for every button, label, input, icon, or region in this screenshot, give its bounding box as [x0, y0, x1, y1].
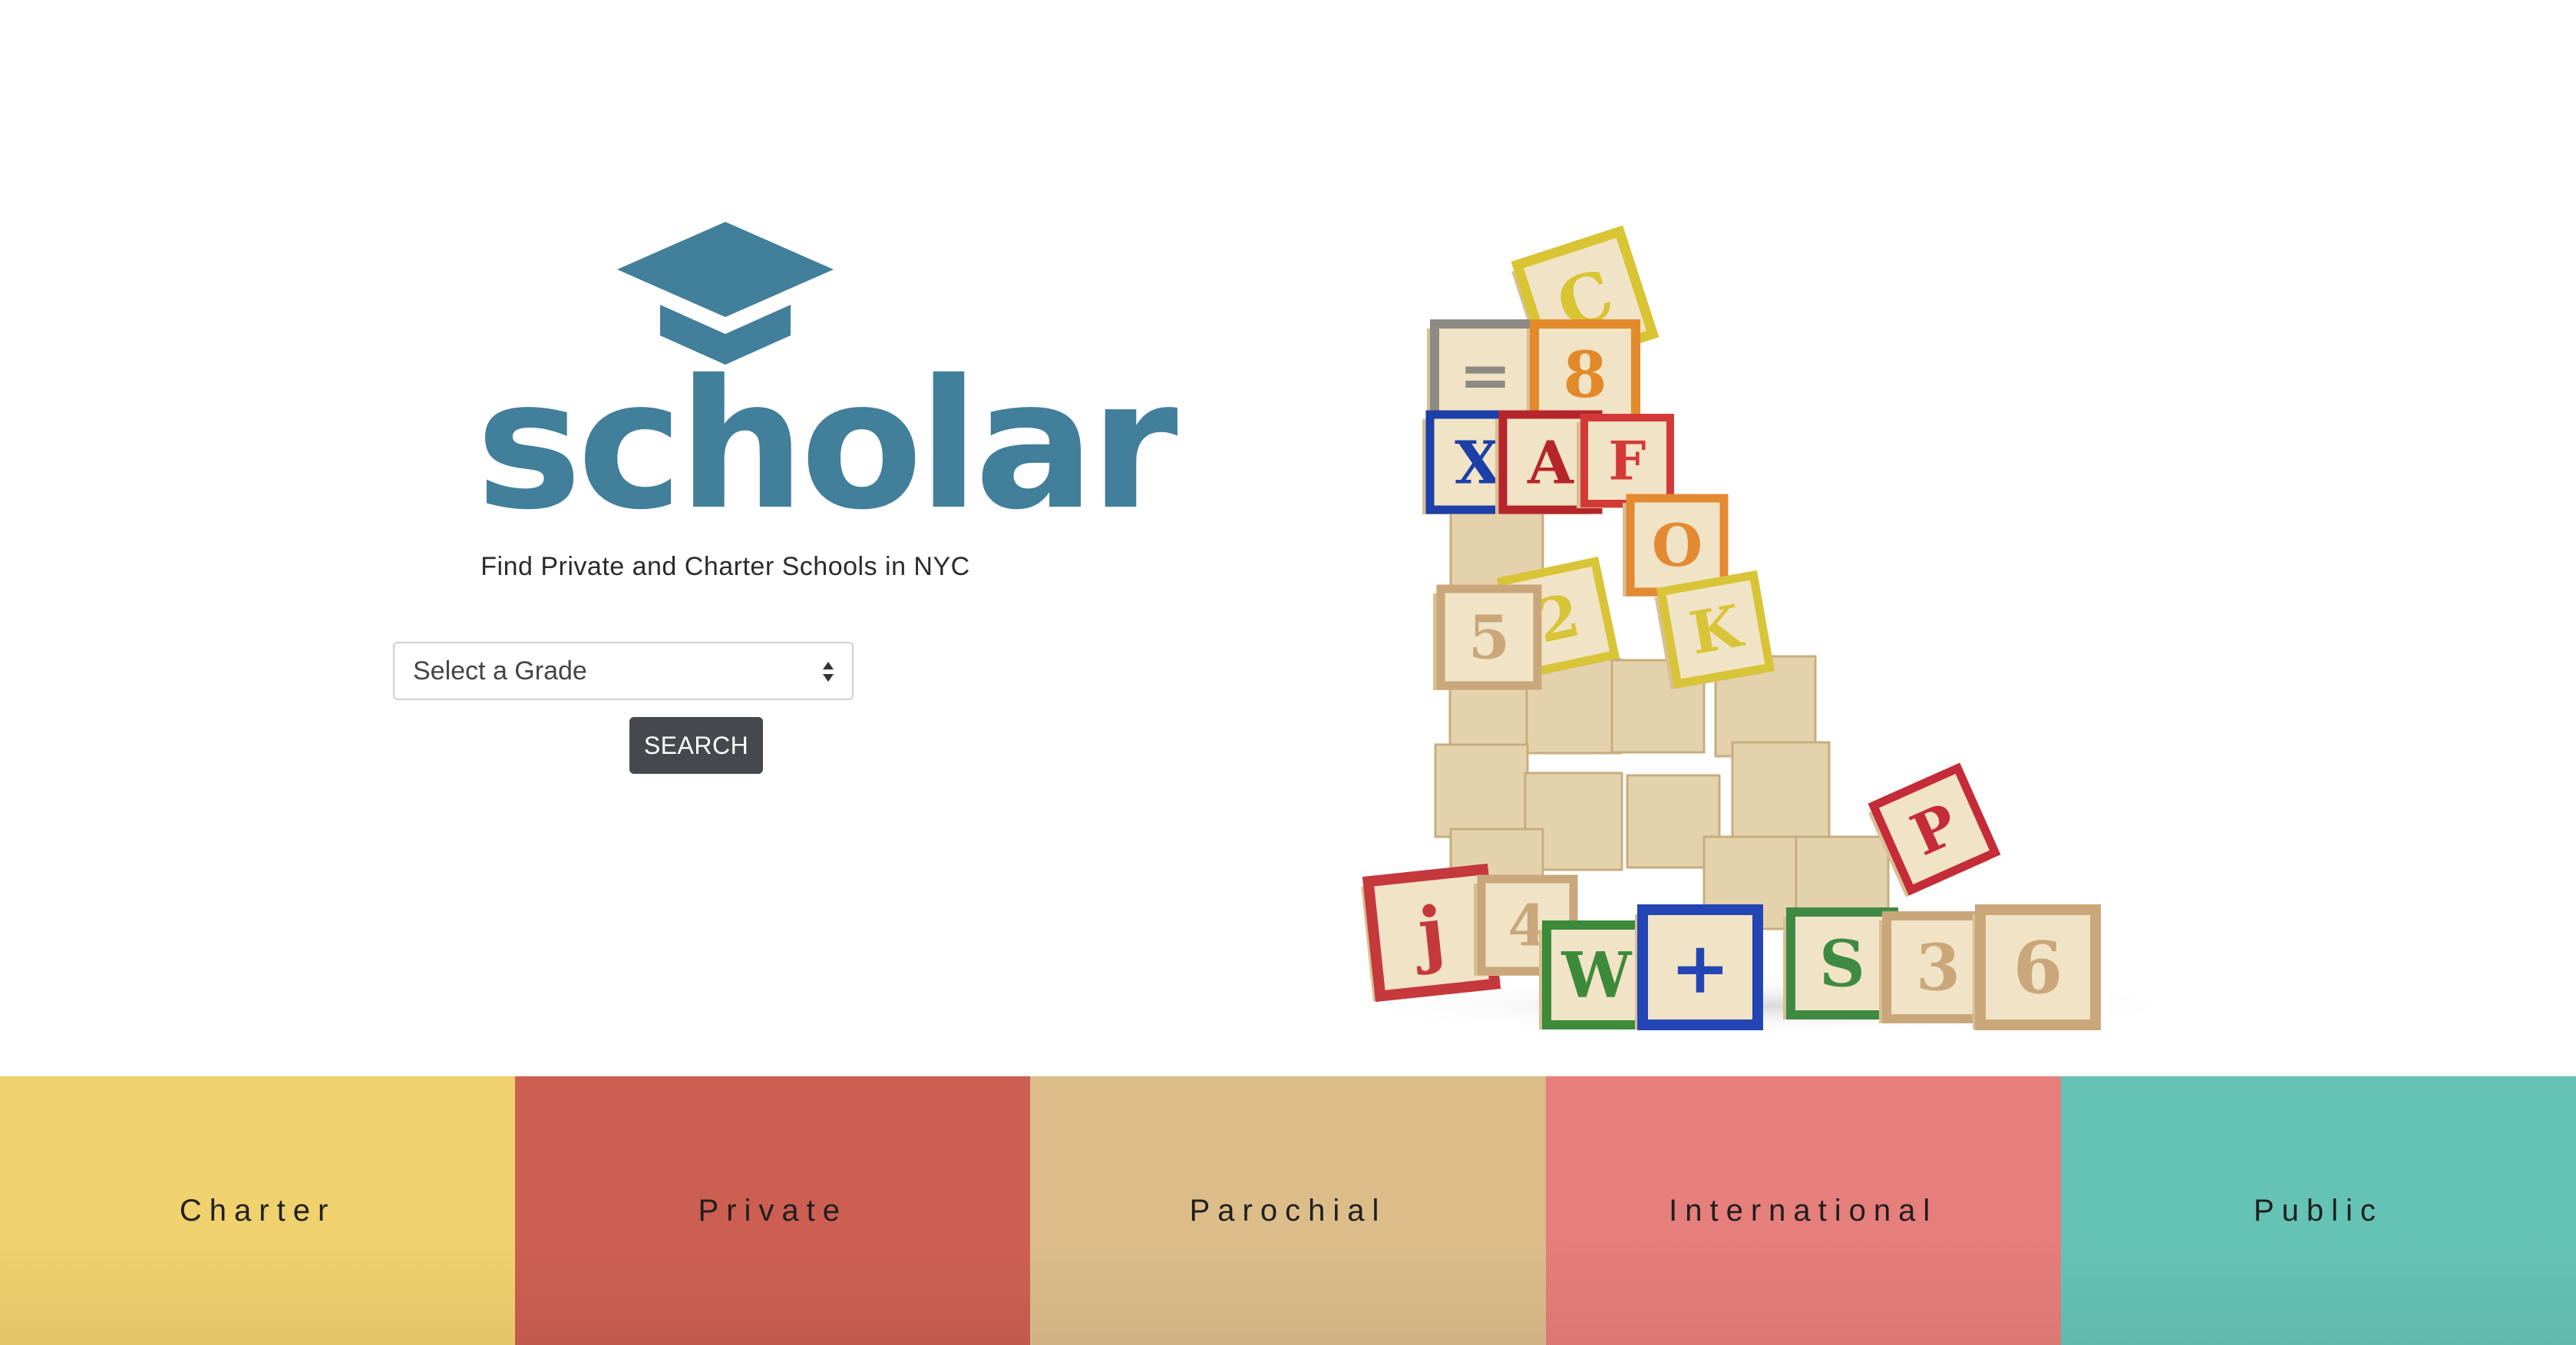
category-label: Public: [2253, 1193, 2383, 1228]
category-label: Private: [698, 1193, 848, 1228]
search-button[interactable]: SEARCH: [629, 717, 763, 774]
category-tile-private[interactable]: Private: [515, 1076, 1031, 1345]
category-label: International: [1669, 1193, 1938, 1228]
category-bar: Charter Private Parochial International …: [0, 1076, 2576, 1345]
block-letter: 6: [2013, 926, 2063, 1010]
landing-page: scholar Find Private and Charter Schools…: [0, 0, 2576, 1345]
block-letter: 5: [1468, 603, 1510, 673]
logo-wordmark: scholar: [476, 342, 1178, 549]
letter-block: S: [1783, 907, 1898, 1019]
block-letter: 8: [1563, 339, 1607, 412]
letter-block: 5: [1433, 584, 1542, 690]
select-arrows-icon: [823, 662, 834, 682]
block-letter: S: [1819, 926, 1865, 1001]
block-letter: W: [1561, 940, 1633, 1013]
block-letter: A: [1527, 428, 1574, 497]
plain-block: [1731, 741, 1831, 841]
category-label: Parochial: [1189, 1193, 1387, 1228]
letter-block: W: [1539, 920, 1651, 1029]
block-letter: X: [1455, 428, 1501, 497]
block-letter: 3: [1916, 930, 1960, 1005]
tagline: Find Private and Charter Schools in NYC: [481, 552, 970, 581]
block-letter: +: [1670, 926, 1730, 1010]
category-tile-charter[interactable]: Charter: [0, 1076, 516, 1345]
block-letter: O: [1652, 511, 1702, 580]
plain-block: [1434, 743, 1529, 838]
category-label: Charter: [179, 1193, 336, 1228]
category-tile-international[interactable]: International: [1545, 1076, 2061, 1345]
category-tile-parochial[interactable]: Parochial: [1030, 1076, 1546, 1345]
letter-block: K: [1654, 570, 1775, 690]
block-letter: F: [1609, 431, 1646, 493]
category-tile-public[interactable]: Public: [2060, 1076, 2576, 1345]
block-letter: =: [1459, 339, 1512, 412]
grade-select-value: Select a Grade: [413, 656, 587, 686]
letter-block: +: [1635, 904, 1763, 1030]
letter-block: 6: [1973, 904, 2101, 1030]
alphabet-blocks-image: C= 8X A FOK2Pj 4W + S 3 65: [1336, 225, 2195, 1036]
grade-select[interactable]: Select a Grade: [393, 642, 854, 700]
